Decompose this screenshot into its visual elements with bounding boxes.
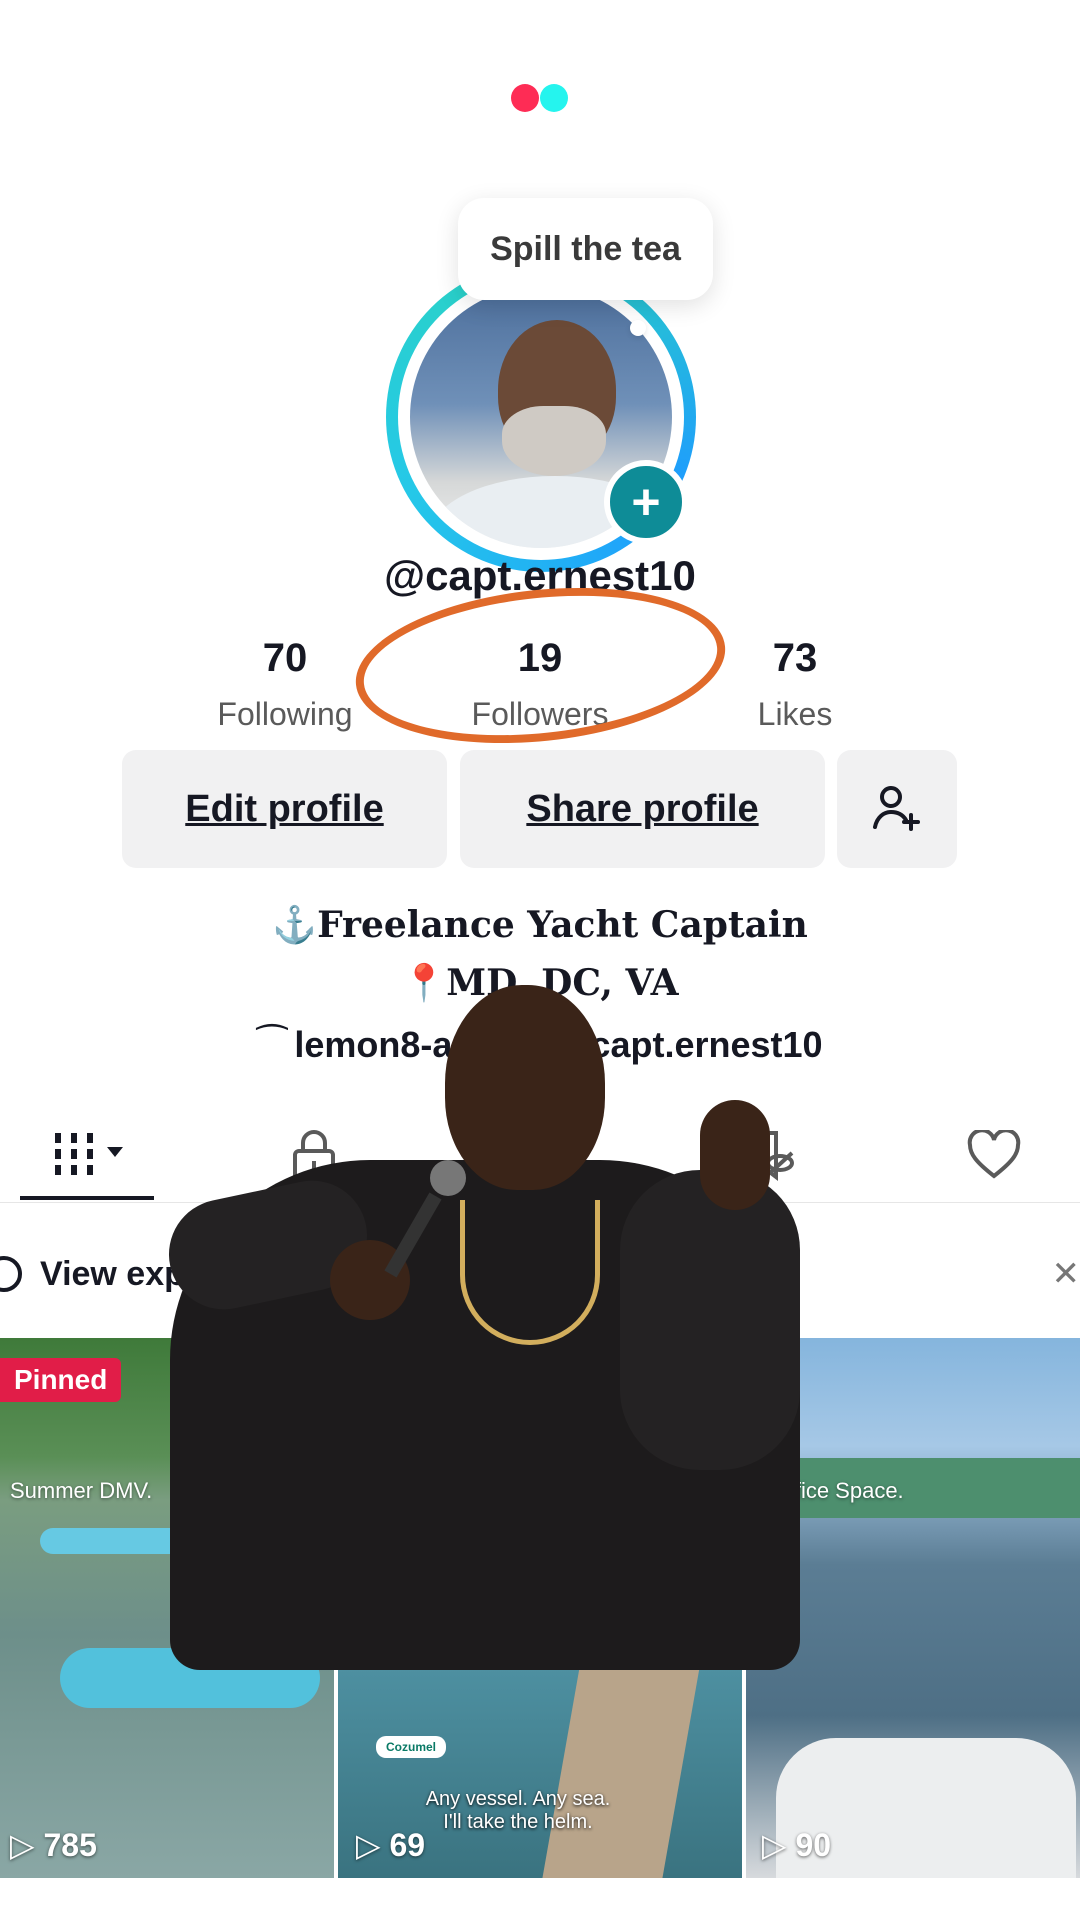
following-label[interactable]: Following — [185, 696, 385, 733]
video-thumbnail[interactable]: Cozumel Any vessel. Any sea. I'll take t… — [338, 1338, 742, 1878]
raft-shape — [40, 1528, 200, 1554]
video-overlay-text: Office Space. — [772, 1478, 904, 1503]
view-count-value: 785 — [43, 1827, 97, 1863]
video-overlay-text: Summer DMV. — [10, 1478, 153, 1503]
add-user-icon — [873, 786, 920, 831]
tab-liked[interactable] — [954, 1120, 1034, 1190]
video-thumbnail[interactable]: Pinned Summer DMV. ▷ 785 — [0, 1338, 334, 1878]
grid-icon — [55, 1133, 123, 1175]
tab-private[interactable] — [274, 1120, 354, 1190]
likes-count[interactable]: 73 — [695, 636, 895, 681]
view-count-value: 69 — [389, 1827, 426, 1863]
play-icon: ▷ — [762, 1827, 796, 1863]
banner-close-icon[interactable]: ✕ — [1052, 1254, 1080, 1294]
pinned-badge: Pinned — [0, 1358, 122, 1402]
view-count: ▷ 90 — [762, 1826, 831, 1864]
following-count[interactable]: 70 — [185, 636, 385, 681]
raft-shape — [60, 1648, 320, 1708]
play-icon: ▷ — [356, 1827, 390, 1863]
lock-icon — [293, 1130, 335, 1181]
heart-icon — [967, 1130, 1021, 1179]
likes-label[interactable]: Likes — [695, 696, 895, 733]
link-icon: ⁀ — [257, 1024, 287, 1065]
avatar-beard — [502, 406, 606, 476]
location-sticker: Cozumel — [376, 1736, 447, 1758]
view-count: ▷ 785 — [10, 1826, 97, 1864]
dock-shape — [542, 1588, 714, 1878]
brand-dot-cyan — [540, 84, 568, 112]
bio-line-1: ⚓Freelance Yacht Captain — [272, 904, 808, 946]
tooltip-bubble[interactable]: Spill the tea — [458, 198, 713, 300]
tab-active-underline — [20, 1196, 154, 1200]
tooltip-tail — [630, 320, 646, 336]
profile-link-text[interactable]: lemon8-app.com/capt.ernest10 — [294, 1024, 822, 1065]
expired-videos-banner[interactable]: View expired videos” ✕ — [0, 1226, 1080, 1322]
edit-profile-button[interactable]: Edit profile — [122, 750, 447, 868]
profile-link[interactable]: ⁀ lemon8-app.com/capt.ernest10 — [0, 1024, 1080, 1066]
brand-dot-red — [511, 84, 539, 112]
add-story-plus-icon[interactable]: + — [604, 460, 688, 544]
video-caption: Any vessel. Any sea. I'll take the helm. — [425, 1788, 611, 1833]
view-count-value: 90 — [795, 1827, 832, 1863]
video-thumbnail[interactable]: Office Space. ▷ 90 — [746, 1338, 1080, 1878]
tooltip-text: Spill the tea — [490, 229, 681, 268]
history-icon — [0, 1256, 22, 1292]
play-icon: ▷ — [10, 1827, 44, 1863]
share-profile-button[interactable]: Share profile — [460, 750, 825, 868]
tab-videos[interactable] — [46, 1120, 136, 1190]
banner-text[interactable]: View expired videos” — [40, 1255, 381, 1294]
tab-reposts[interactable] — [730, 1120, 810, 1190]
bio-line-2: 📍MD, DC, VA — [401, 962, 679, 1004]
add-friend-button[interactable] — [837, 750, 957, 868]
view-count: ▷ 69 — [356, 1826, 425, 1864]
hidden-reposts-icon — [748, 1131, 794, 1182]
profile-tabs — [0, 1120, 1080, 1203]
video-grid: Pinned Summer DMV. ▷ 785 Cozumel Any ves… — [0, 1338, 1080, 1920]
